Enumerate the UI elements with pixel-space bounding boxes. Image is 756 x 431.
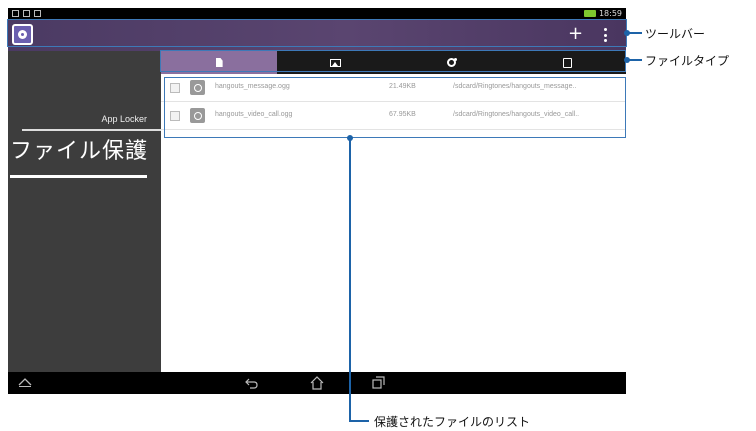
selected-indicator	[10, 175, 147, 178]
navigation-bar	[8, 372, 626, 394]
status-right: 18:59	[583, 9, 622, 18]
notification-icon	[12, 10, 19, 17]
home-icon[interactable]	[310, 376, 324, 390]
callout-line	[627, 59, 642, 61]
notification-icon	[34, 10, 41, 17]
toolbar-label: ツールバー	[645, 27, 706, 41]
file-list-highlight-box	[164, 77, 626, 138]
clock: 18:59	[598, 9, 622, 18]
protected-list-label: 保護されたファイルのリスト	[374, 415, 531, 429]
toolbar-highlight-box	[7, 19, 627, 47]
sidebar: App Locker ファイル保護	[8, 51, 161, 372]
figure-root: { "status_bar": { "clock": "18:59" }, "t…	[0, 0, 756, 431]
sidebar-item-file-protection[interactable]: ファイル保護	[10, 133, 148, 165]
callout-line	[349, 420, 369, 422]
callout-line	[349, 138, 351, 421]
file-type-label: ファイルタイプ	[645, 54, 730, 68]
file-type-highlight-box	[160, 50, 626, 72]
back-icon[interactable]	[245, 377, 258, 389]
recent-apps-icon[interactable]	[372, 376, 385, 389]
app-name: App Locker	[101, 114, 147, 124]
callout-line	[627, 32, 642, 34]
divider	[22, 129, 161, 131]
chevron-up-icon[interactable]	[18, 377, 32, 387]
notification-icons	[12, 10, 41, 17]
battery-icon	[583, 10, 596, 17]
notification-icon	[23, 10, 30, 17]
